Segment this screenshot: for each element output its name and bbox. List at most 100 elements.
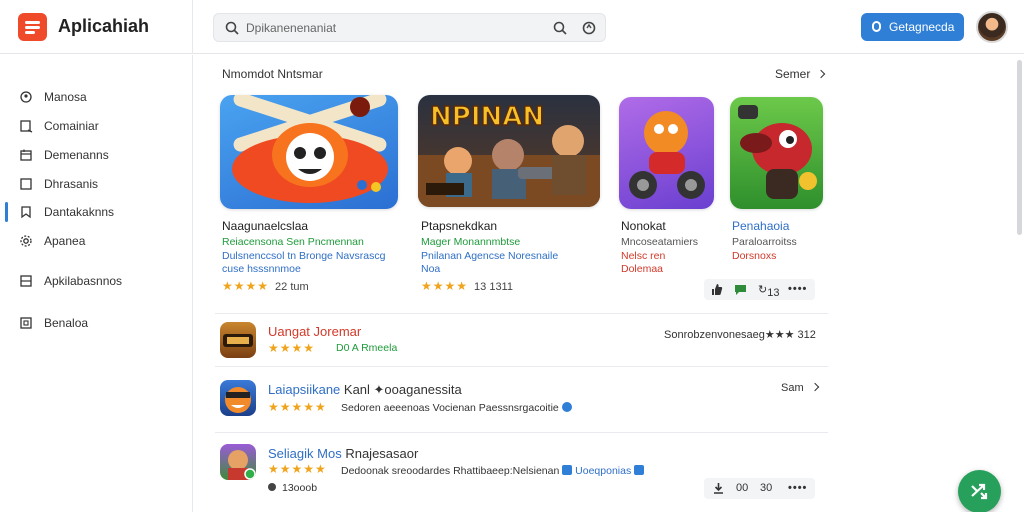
divider [215, 366, 828, 367]
game-icon-art [228, 450, 256, 480]
list-item-title[interactable]: Seliagik Mos Rnajesasaor [268, 446, 418, 461]
see-more-label: Sam [781, 382, 804, 394]
divider [215, 432, 828, 433]
sidebar-item-label: Apanea [44, 234, 86, 248]
scrollbar[interactable] [1017, 60, 1022, 235]
game-art-illustration [738, 105, 817, 199]
more-options-icon[interactable]: •••• [788, 283, 807, 295]
divider [192, 0, 193, 54]
cta-label: Getagnecda [889, 20, 955, 34]
game-art-illustration [629, 111, 705, 199]
active-indicator [5, 202, 8, 222]
bookmark-icon [21, 206, 31, 219]
game-icon-art [225, 387, 251, 413]
list-item-meta-text: Dedoonak sreoodardes Rhattibaeep:Nelsien… [341, 465, 560, 477]
game-description: Pnilanan Agencse Noresnaile [421, 250, 559, 262]
list-item-subtitle: Kanl ✦ooaganessita [343, 382, 462, 397]
info-icon[interactable] [634, 465, 645, 475]
info-icon[interactable] [561, 402, 572, 412]
sidebar-item-community[interactable]: Comainiar [0, 113, 192, 139]
sidebar-item-library[interactable]: Benaloa [0, 310, 192, 336]
game-card-art[interactable]: NPINAN [418, 95, 600, 207]
sidebar-item-label: Dantakaknns [44, 205, 115, 219]
square-icon [20, 178, 32, 190]
game-art-illustration [232, 95, 388, 203]
list-item-title-text: Seliagik Mos [268, 446, 342, 461]
library-icon [20, 317, 32, 329]
get-started-button[interactable]: Getagnecda [861, 13, 964, 41]
see-more-link[interactable]: Semer [775, 67, 826, 81]
game-description: Dorsnoxs [732, 250, 777, 262]
list-item-sub: 13ooob [268, 482, 317, 494]
clock-icon [268, 483, 276, 491]
sidebar-item-bookmarks[interactable]: Dantakaknns [0, 199, 192, 225]
star-rating: ★★★★ [268, 341, 316, 355]
sidebar-item-label: Comainiar [44, 119, 99, 133]
list-item-sub-text: 13ooob [282, 482, 318, 494]
sidebar-item-label: Apkilabasnnos [44, 274, 123, 288]
divider [215, 313, 828, 314]
info-icon[interactable] [562, 465, 573, 475]
game-developer: Mager Monannmbtse [421, 236, 521, 248]
user-avatar[interactable] [976, 11, 1008, 43]
list-item-meta: D0 A Rmeela [336, 342, 398, 354]
action-count: 13 [767, 287, 780, 299]
game-description: Nelsc ren [621, 250, 666, 262]
search-icon [225, 21, 239, 35]
game-developer: Reiacensona Sen Pncmennan [222, 236, 364, 248]
chevron-right-icon [817, 69, 826, 79]
voice-icon[interactable] [581, 20, 597, 36]
star-rating: ★★★★★ [268, 400, 327, 414]
search-bar[interactable] [213, 13, 606, 42]
game-description: Dulsnenccsol tn Bronge Navsrascg [222, 250, 386, 262]
thumbs-up-icon[interactable] [710, 283, 723, 296]
sidebar: Manosa Comainiar Demenanns Dhrasanis Dan… [0, 55, 193, 512]
list-item-title[interactable]: Uangat Joremar [268, 324, 361, 339]
app-logo-icon[interactable] [18, 13, 47, 41]
list-item-title-text: Laiapsiikane [268, 382, 341, 397]
sidebar-item-apps[interactable]: Apkilabasnnos [0, 268, 192, 294]
game-icon[interactable] [220, 380, 256, 416]
action-count[interactable]: 30 [760, 482, 772, 494]
top-header: Aplicahiah Getagnecda [0, 0, 1024, 54]
game-icon-art [223, 334, 253, 347]
list-item-meta-extra: Uoeqponias [575, 465, 632, 477]
list-item-title[interactable]: Laiapsiikane Kanl ✦ooaganessita [268, 382, 462, 398]
game-title[interactable]: Ptapsnekdkan [421, 219, 497, 233]
floating-action-button[interactable] [958, 470, 1001, 512]
game-card-art[interactable] [619, 97, 714, 209]
lock-icon [872, 21, 881, 32]
section-title: Nmomdot Nntsmar [222, 67, 323, 81]
game-card-art[interactable] [730, 97, 823, 209]
see-more-link[interactable]: Sam [781, 382, 819, 394]
search-input[interactable] [246, 19, 546, 37]
sidebar-item-label: Demenanns [44, 148, 109, 162]
list-item-meta: Dedoonak sreoodardes Rhattibaeep:Nelsien… [341, 465, 645, 477]
star-rating: ★★★★★ [268, 462, 327, 476]
apps-icon [20, 275, 32, 287]
gear-icon [20, 235, 32, 247]
game-description-2: Dolemaa [621, 263, 664, 275]
game-icon[interactable] [220, 322, 256, 358]
game-card-art[interactable] [220, 95, 398, 209]
sidebar-item-settings[interactable]: Apanea [0, 228, 192, 254]
game-title[interactable]: Penahaoia [732, 219, 789, 233]
sidebar-item-home[interactable]: Manosa [0, 84, 192, 110]
rating-count: 22 tum [275, 281, 309, 293]
see-more-label: Semer [775, 67, 811, 81]
action-count[interactable]: 00 [736, 482, 748, 494]
sidebar-item-charts[interactable]: Dhrasanis [0, 171, 192, 197]
comment-icon[interactable] [734, 283, 747, 296]
game-title[interactable]: Naagunaelcslaa [222, 219, 308, 233]
star-rating: ★★★★ 13 1311 [421, 279, 513, 293]
more-options-icon[interactable]: •••• [788, 482, 807, 494]
game-title[interactable]: Nonokat [621, 219, 666, 233]
download-icon[interactable] [712, 482, 725, 495]
sidebar-item-categories[interactable]: Demenanns [0, 142, 192, 168]
game-developer: Paraloarroitss [732, 236, 797, 248]
list-item-meta-text: Sedoren aeeenoas Vocienan Paessnsrgacoit… [341, 402, 559, 414]
game-icon[interactable] [220, 444, 256, 480]
share-count[interactable]: ↻ 13 [758, 283, 779, 299]
rating-count: 13 1311 [474, 281, 513, 293]
search-clear-icon[interactable] [552, 20, 568, 36]
